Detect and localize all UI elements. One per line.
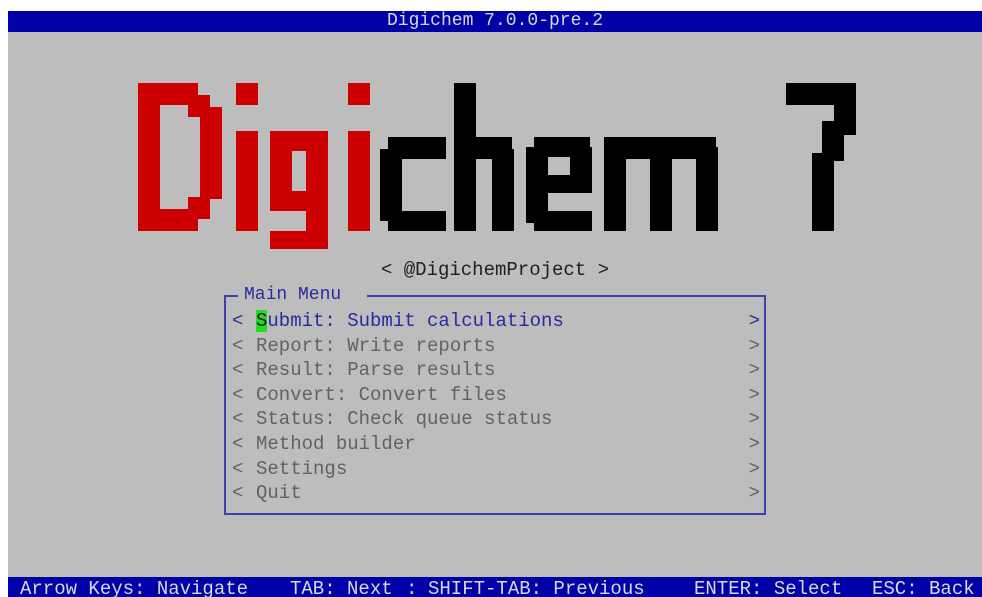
terminal-window: Digichem 7.0.0-pre.2 < @DigichemProject … <box>8 11 982 597</box>
menu-item-label: Quit <box>256 482 302 505</box>
menu-item-close-bracket: > <box>748 359 760 382</box>
hint-separator: : <box>406 578 429 597</box>
menu-border-top-left <box>226 295 238 297</box>
digichem-logo <box>8 71 982 251</box>
menu-item-submit[interactable]: < Submit: Submit calculations > <box>232 309 760 334</box>
text-cursor: S <box>256 310 268 332</box>
menu-item-close-bracket: > <box>748 457 760 480</box>
hint-previous: SHIFT-TAB: Previous <box>428 578 645 597</box>
menu-item-status[interactable]: < Status: Check queue status > <box>232 407 760 432</box>
menu-item-open-bracket: < <box>232 383 244 406</box>
hint-back: ESC: Back <box>872 578 975 597</box>
menu-item-result[interactable]: < Result: Parse results > <box>232 358 760 383</box>
logo-digi-letters <box>138 83 370 249</box>
hint-next: TAB: Next <box>290 578 393 597</box>
hint-select: ENTER: Select <box>694 578 843 597</box>
menu-list: < Submit: Submit calculations > < Report… <box>232 309 760 506</box>
menu-item-close-bracket: > <box>748 408 760 431</box>
menu-item-close-bracket: > <box>748 334 760 357</box>
menu-item-close-bracket: > <box>748 432 760 455</box>
main-menu: Main Menu < Submit: Submit calculations … <box>224 285 766 515</box>
logo-graphic <box>138 83 856 249</box>
menu-title: Main Menu <box>244 285 342 305</box>
menu-item-open-bracket: < <box>232 457 244 480</box>
menu-item-label: Convert: Convert files <box>256 383 507 406</box>
keybinding-status-bar: Arrow Keys: Navigate TAB: Next : SHIFT-T… <box>8 577 982 597</box>
menu-item-open-bracket: < <box>232 408 244 431</box>
menu-item-method-builder[interactable]: < Method builder > <box>232 432 760 457</box>
window-title: Digichem 7.0.0-pre.2 <box>8 11 982 32</box>
logo-chem-letters <box>380 83 856 231</box>
menu-item-open-bracket: < <box>232 432 244 455</box>
menu-item-label: Settings <box>256 457 348 480</box>
menu-item-label: Submit: Submit calculations <box>256 310 564 332</box>
menu-item-label: Report: Write reports <box>256 334 496 357</box>
menu-item-label: Method builder <box>256 432 416 455</box>
menu-item-label: Status: Check queue status <box>256 408 553 431</box>
menu-item-convert[interactable]: < Convert: Convert files > <box>232 383 760 408</box>
menu-border-top-right <box>367 295 764 297</box>
menu-item-open-bracket: < <box>232 334 244 357</box>
menu-item-close-bracket: > <box>748 383 760 406</box>
menu-item-open-bracket: < <box>232 482 244 505</box>
menu-item-label: Result: Parse results <box>256 359 496 382</box>
menu-item-open-bracket: < <box>232 359 244 382</box>
menu-item-close-bracket: > <box>748 310 760 332</box>
project-handle: < @DigichemProject > <box>380 259 610 281</box>
menu-item-quit[interactable]: < Quit > <box>232 481 760 506</box>
menu-item-settings[interactable]: < Settings > <box>232 457 760 482</box>
hint-navigate: Arrow Keys: Navigate <box>20 578 249 597</box>
menu-item-report[interactable]: < Report: Write reports > <box>232 334 760 359</box>
menu-item-open-bracket: < <box>232 310 244 332</box>
menu-item-close-bracket: > <box>748 482 760 505</box>
